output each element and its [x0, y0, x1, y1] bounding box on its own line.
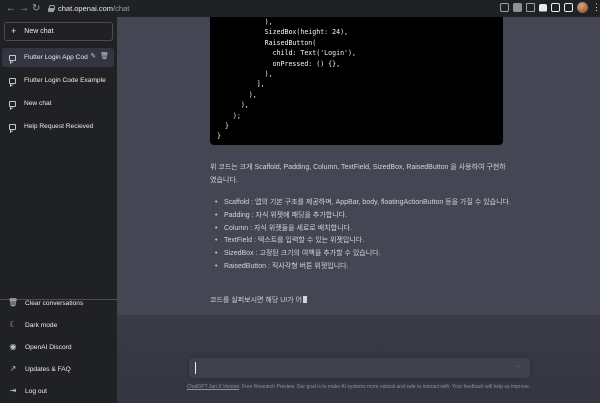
discord-icon: ◉	[9, 342, 17, 351]
new-chat-button[interactable]: + New chat	[4, 22, 113, 41]
list-item: Scaffold : 앱의 기본 구조를 제공하며, AppBar, body,…	[215, 197, 515, 210]
chat-main: ), SizedBox(height: 24), RaisedButton( c…	[117, 17, 600, 403]
answer-partial: 코드를 실퍼보시면 해당 UI가 어	[210, 295, 308, 306]
dark-mode-button[interactable]: ☾ Dark mode	[2, 316, 114, 334]
external-link-icon: ↗	[9, 364, 17, 373]
edit-icon[interactable]: ✎	[90, 53, 96, 61]
answer-intro-text: 위 코드는 크게 Scaffold, Padding, Column, Text…	[210, 164, 506, 184]
browser-toolbar: ← → ↻ chat.openai.com/chat ⋮	[0, 0, 600, 17]
sidebar-chat-label: Flutter Login Code Example	[24, 77, 106, 84]
loading-dots-icon: ··	[515, 363, 522, 370]
browser-menu-icon[interactable]: ⋮	[592, 3, 600, 12]
plus-icon: +	[11, 26, 17, 36]
trash-icon: 🗑︎	[7, 298, 19, 307]
bookmark-icon[interactable]	[526, 3, 535, 12]
translate-icon[interactable]	[500, 3, 509, 12]
reload-icon[interactable]: ↻	[32, 3, 40, 14]
clear-conversations-button[interactable]: 🗑︎ Clear conversations	[2, 294, 114, 312]
message-input-box: ··	[189, 358, 530, 378]
url-host: chat.openai.com	[58, 4, 114, 13]
version-link[interactable]: ChatGPT Jan 9 Version	[187, 384, 239, 390]
sidebar-chat-item[interactable]: Flutter Login Code Example	[2, 71, 114, 90]
chat-bubble-icon	[9, 77, 16, 84]
address-bar[interactable]: chat.openai.com/chat	[48, 3, 129, 15]
discord-link[interactable]: ◉ OpenAI Discord	[2, 338, 114, 356]
footer-text: . Free Research Preview. Our goal is to …	[239, 384, 531, 390]
footer-note: ChatGPT Jan 9 Version. Free Research Pre…	[137, 384, 580, 390]
sidebar-chat-item[interactable]: New chat	[2, 94, 114, 113]
message-input[interactable]	[195, 362, 495, 374]
moon-icon: ☾	[9, 320, 17, 329]
answer-bullet-list: Scaffold : 앱의 기본 구조를 제공하며, AppBar, body,…	[215, 197, 515, 274]
logout-icon: ⇥	[9, 386, 17, 395]
updates-faq-label: Updates & FAQ	[25, 365, 71, 373]
url-path: /chat	[113, 4, 130, 13]
list-item: Column : 자식 위젯들을 세로로 배치합니다.	[215, 223, 515, 236]
sidebar-chat-label: New chat	[24, 100, 52, 107]
list-item: RaisedButton : 직사각형 버튼 위젯입니다.	[215, 261, 515, 274]
forward-icon[interactable]: →	[19, 3, 29, 14]
dark-mode-label: Dark mode	[25, 321, 58, 329]
chat-item-actions: ✎ 🗑︎	[90, 53, 109, 61]
sidebar-chat-item[interactable]: Flutter Login App Cod ✎ 🗑︎	[2, 48, 114, 67]
updates-faq-link[interactable]: ↗ Updates & FAQ	[2, 360, 114, 378]
sidebar-panel-icon[interactable]	[551, 3, 560, 12]
sidebar: + New chat Flutter Login App Cod ✎ 🗑︎ Fl…	[0, 17, 117, 403]
browser-nav: ← → ↻	[0, 3, 40, 14]
chat-bubble-icon	[9, 123, 16, 130]
answer-partial-text: 코드를 실퍼보시면 해당 UI가 어	[210, 297, 303, 304]
share-icon[interactable]	[513, 3, 522, 12]
discord-label: OpenAI Discord	[25, 343, 72, 351]
browser-extensions: ⋮	[500, 2, 600, 13]
sidebar-chat-label: Flutter Login App Cod	[24, 54, 88, 61]
answer-intro: 위 코드는 크게 Scaffold, Padding, Column, Text…	[210, 161, 510, 187]
list-item: SizedBox : 고정된 크기의 여백을 추가할 수 있습니다.	[215, 248, 515, 261]
chat-bubble-icon	[9, 54, 16, 61]
typing-cursor	[303, 296, 308, 303]
list-item: Padding : 자식 위젯에 패딩을 추가합니다.	[215, 210, 515, 223]
back-icon[interactable]: ←	[6, 3, 16, 14]
chat-bubble-icon	[9, 100, 16, 107]
lock-icon	[48, 5, 55, 12]
code-block: ), SizedBox(height: 24), RaisedButton( c…	[210, 17, 503, 145]
trash-icon[interactable]: 🗑︎	[100, 53, 109, 61]
new-chat-label: New chat	[24, 28, 54, 35]
extensions-puzzle-icon[interactable]	[539, 3, 547, 12]
logout-label: Log out	[25, 387, 47, 395]
list-item: TextField : 텍스트를 입력할 수 있는 위젯입니다.	[215, 235, 515, 248]
clear-conversations-label: Clear conversations	[25, 299, 84, 307]
logout-button[interactable]: ⇥ Log out	[2, 382, 114, 400]
profile-avatar[interactable]	[577, 2, 588, 13]
window-icon[interactable]	[564, 3, 573, 12]
sidebar-chat-item[interactable]: Help Request Recieved	[2, 117, 114, 136]
sidebar-chat-label: Help Request Recieved	[24, 123, 94, 130]
